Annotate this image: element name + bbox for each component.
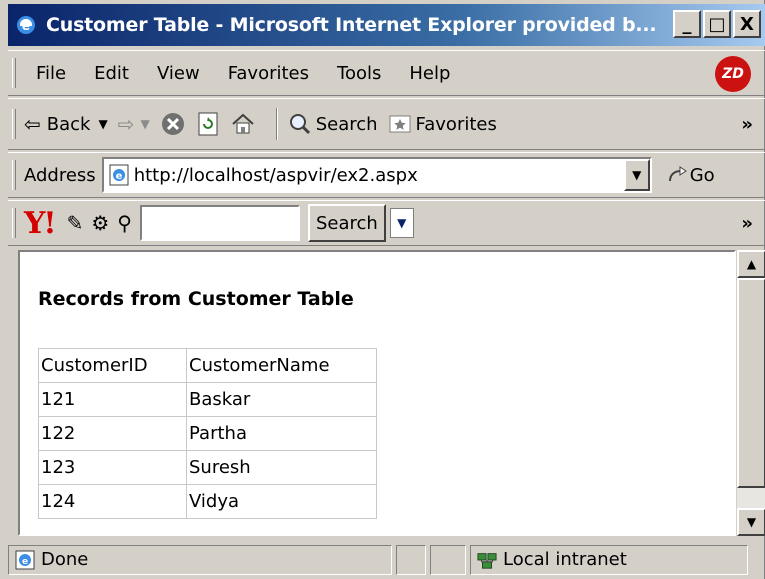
table-header-row: CustomerID CustomerName	[38, 348, 377, 383]
title-bar[interactable]: e Customer Table - Microsoft Internet Ex…	[8, 4, 765, 46]
table-cell: Partha	[186, 416, 377, 451]
yahoo-search-input[interactable]	[139, 205, 300, 241]
status-panel	[430, 544, 466, 575]
address-label: Address	[24, 164, 96, 186]
toolbar-overflow-chevron[interactable]: »	[741, 114, 753, 135]
puzzle-icon[interactable]: ⚙	[91, 211, 109, 235]
customer-table: CustomerID CustomerName 121 Baskar 122 P…	[38, 348, 377, 519]
yahoo-toolbar: Y! ✎ ⚙ ⚲ Search ▼ »	[8, 200, 765, 246]
toolbar-grip[interactable]	[12, 109, 16, 139]
scroll-thumb[interactable]	[737, 278, 765, 488]
table-cell: Baskar	[186, 382, 377, 417]
scroll-down-button[interactable]: ▼	[737, 508, 765, 536]
menu-favorites[interactable]: Favorites	[228, 63, 309, 84]
favorites-button[interactable]: Favorites	[388, 113, 497, 135]
table-row: 123 Suresh	[38, 450, 377, 485]
stop-button[interactable]	[160, 111, 186, 137]
toolbar-grip[interactable]	[12, 208, 16, 238]
status-bar: e Done Local intranet	[8, 540, 765, 579]
menu-tools[interactable]: Tools	[337, 63, 381, 84]
back-dropdown-icon[interactable]: ▼	[98, 117, 107, 131]
go-button[interactable]: Go	[666, 163, 715, 187]
table-cell: 124	[38, 484, 187, 519]
status-text: Done	[41, 549, 89, 570]
back-arrow-icon: ⇦	[24, 112, 41, 136]
favorites-icon	[389, 115, 411, 133]
toolbar-separator	[275, 108, 278, 140]
toolbar-grip[interactable]	[12, 58, 16, 88]
chevron-down-icon: ▼	[397, 216, 407, 230]
home-button[interactable]	[230, 111, 256, 137]
maximize-button[interactable]: □	[703, 10, 731, 38]
page-content: Records from Customer Table CustomerID C…	[18, 250, 736, 536]
menu-file[interactable]: File	[36, 63, 66, 84]
standard-toolbar: ⇦ Back ▼ ⇨ ▼ Search Favorites »	[8, 98, 765, 150]
yahoo-overflow-chevron[interactable]: »	[741, 213, 753, 234]
ie-icon: e	[17, 16, 35, 34]
address-bar: Address e http://localhost/aspvir/ex2.as…	[8, 152, 765, 198]
table-row: 121 Baskar	[38, 382, 377, 417]
column-header: CustomerName	[186, 348, 377, 383]
chevron-down-icon: ▼	[632, 168, 642, 182]
back-label: Back	[46, 113, 91, 135]
go-arrow-icon	[668, 166, 687, 182]
window-title: Customer Table - Microsoft Internet Expl…	[46, 14, 657, 36]
minimize-button[interactable]: _	[673, 10, 701, 38]
yahoo-logo[interactable]: Y!	[24, 206, 57, 241]
scroll-up-button[interactable]: ▲	[737, 250, 765, 278]
menu-bar: File Edit View Favorites Tools Help ZD	[8, 50, 765, 96]
search-small-icon[interactable]: ⚲	[117, 211, 132, 235]
zd-logo: ZD	[715, 56, 751, 92]
svg-text:e: e	[22, 19, 30, 33]
table-row: 122 Partha	[38, 416, 377, 451]
yahoo-search-label: Search	[315, 212, 378, 234]
stop-icon	[161, 113, 184, 135]
table-cell: 121	[38, 382, 187, 417]
refresh-button[interactable]	[196, 111, 220, 137]
zone-text: Local intranet	[503, 549, 627, 570]
yahoo-search-button[interactable]: Search	[307, 204, 386, 242]
address-input[interactable]: e http://localhost/aspvir/ex2.aspx ▼	[101, 157, 652, 193]
svg-text:e: e	[115, 171, 122, 182]
favorites-label: Favorites	[415, 113, 497, 135]
vertical-scrollbar[interactable]: ▲ ▼	[736, 250, 765, 536]
table-cell: Suresh	[186, 450, 377, 485]
address-dropdown-button[interactable]: ▼	[623, 159, 650, 191]
browser-window: e Customer Table - Microsoft Internet Ex…	[0, 0, 765, 579]
status-panel	[396, 544, 426, 575]
refresh-icon	[198, 112, 218, 136]
column-header: CustomerID	[38, 348, 187, 383]
highlighter-icon[interactable]: ✎	[67, 211, 84, 235]
status-panel-main: e Done	[8, 544, 392, 575]
yahoo-search-dropdown[interactable]: ▼	[389, 208, 414, 238]
forward-button[interactable]: ⇨ ▼	[118, 112, 150, 136]
table-cell: 123	[38, 450, 187, 485]
status-panel-zone: Local intranet	[470, 544, 748, 575]
menu-edit[interactable]: Edit	[94, 63, 129, 84]
menu-view[interactable]: View	[157, 63, 200, 84]
menu-help[interactable]: Help	[409, 63, 450, 84]
table-cell: 122	[38, 416, 187, 451]
go-label: Go	[689, 164, 715, 186]
page-heading: Records from Customer Table	[38, 288, 354, 310]
forward-dropdown-icon[interactable]: ▼	[140, 117, 149, 131]
table-row: 124 Vidya	[38, 484, 377, 519]
ie-page-icon: e	[15, 550, 35, 569]
toolbar-grip[interactable]	[12, 160, 16, 190]
chevron-up-icon: ▲	[746, 257, 757, 271]
search-icon	[289, 114, 310, 135]
ie-page-icon: e	[109, 164, 129, 186]
address-url: http://localhost/aspvir/ex2.aspx	[133, 164, 418, 186]
forward-arrow-icon: ⇨	[117, 112, 135, 136]
back-button[interactable]: ⇦ Back ▼	[24, 112, 108, 136]
table-cell: Vidya	[186, 484, 377, 519]
search-label: Search	[315, 113, 378, 135]
search-button[interactable]: Search	[288, 112, 378, 136]
local-intranet-icon	[477, 552, 497, 569]
svg-text:e: e	[22, 557, 28, 567]
chevron-down-icon: ▼	[746, 515, 757, 529]
home-icon	[232, 113, 254, 134]
close-button[interactable]: X	[733, 10, 761, 38]
